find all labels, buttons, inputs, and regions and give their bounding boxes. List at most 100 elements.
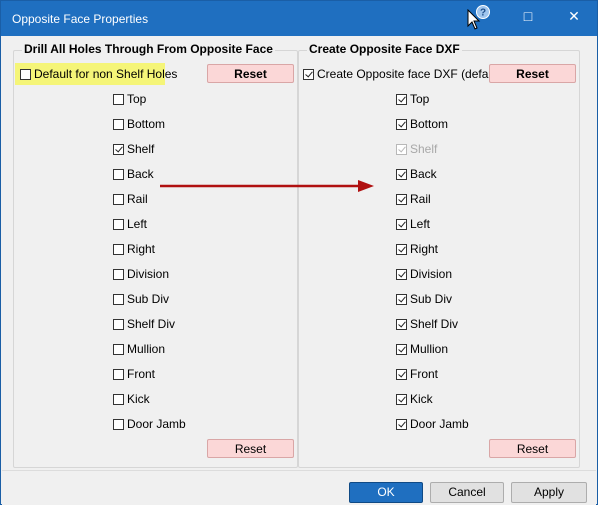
checkbox-label: Kick [410, 392, 433, 406]
checkbox-box[interactable] [396, 318, 407, 330]
opposite-dxf-group-title: Create Opposite Face DXF [307, 42, 462, 56]
checkbox-rail[interactable]: Rail [396, 191, 431, 207]
checkbox-front[interactable]: Front [113, 366, 155, 382]
checkbox-box[interactable] [396, 193, 407, 205]
checkbox-label: Bottom [127, 117, 166, 131]
checkbox-top[interactable]: Top [396, 91, 429, 107]
title-bar: Opposite Face Properties ? □ ✕ [1, 1, 597, 36]
checkbox-sub-div[interactable]: Sub Div [113, 291, 169, 307]
checkbox-label: Back [127, 167, 154, 181]
red-arrow-annotation [160, 180, 374, 192]
checkbox-shelf[interactable]: Shelf [113, 141, 154, 157]
checkbox-label: Sub Div [127, 292, 170, 306]
checkbox-back[interactable]: Back [396, 166, 437, 182]
checkbox-right[interactable]: Right [113, 241, 155, 257]
checkbox-box[interactable] [113, 268, 124, 280]
checkbox-door-jamb[interactable]: Door Jamb [113, 416, 186, 432]
checkbox-back[interactable]: Back [113, 166, 154, 182]
checkbox-box[interactable] [113, 143, 124, 155]
dialog-footer: OK Cancel Apply [2, 470, 596, 505]
left-reset-top-button[interactable]: Reset [207, 64, 294, 83]
checkbox-label: Front [410, 367, 439, 381]
right-reset-bottom-button[interactable]: Reset [489, 439, 576, 458]
checkbox-label: Division [127, 267, 170, 281]
checkbox-label: Rail [410, 192, 431, 206]
checkbox-box[interactable] [303, 68, 314, 80]
checkbox-label: Shelf [127, 142, 155, 156]
checkbox-label: Back [410, 167, 437, 181]
checkbox-box[interactable] [113, 418, 124, 430]
checkbox-left[interactable]: Left [113, 216, 147, 232]
checkbox-mullion[interactable]: Mullion [396, 341, 448, 357]
checkbox-mullion[interactable]: Mullion [113, 341, 165, 357]
checkbox-label: Rail [127, 192, 148, 206]
checkbox-box[interactable] [113, 93, 124, 105]
checkbox-box[interactable] [396, 293, 407, 305]
checkbox-division[interactable]: Division [113, 266, 169, 282]
checkbox-box [396, 143, 407, 155]
checkbox-label: Default for non Shelf Holes [34, 67, 178, 81]
checkbox-box[interactable] [396, 393, 407, 405]
checkbox-box[interactable] [396, 343, 407, 355]
checkbox-top[interactable]: Top [113, 91, 146, 107]
checkbox-label: Door Jamb [127, 417, 186, 431]
checkbox-box[interactable] [396, 243, 407, 255]
checkbox-box[interactable] [113, 318, 124, 330]
checkbox-box[interactable] [396, 118, 407, 130]
checkbox-right[interactable]: Right [396, 241, 438, 257]
apply-button[interactable]: Apply [511, 482, 587, 503]
close-button[interactable]: ✕ [551, 1, 597, 36]
checkbox-bottom[interactable]: Bottom [396, 116, 448, 132]
dialog-content: Drill All Holes Through From Opposite Fa… [2, 37, 596, 468]
checkbox-label: Door Jamb [410, 417, 469, 431]
checkbox-shelf-div[interactable]: Shelf Div [396, 316, 458, 332]
checkbox-division[interactable]: Division [396, 266, 452, 282]
checkbox-label: Division [410, 267, 453, 281]
checkbox-box[interactable] [396, 168, 407, 180]
checkbox-shelf-div[interactable]: Shelf Div [113, 316, 175, 332]
checkbox-box[interactable] [396, 218, 407, 230]
checkbox-box[interactable] [113, 218, 124, 230]
checkbox-label: Create Opposite face DXF (default) [317, 67, 506, 81]
cancel-button[interactable]: Cancel [430, 482, 504, 503]
dialog-window: Opposite Face Properties ? □ ✕ Drill All… [0, 0, 598, 505]
checkbox-box[interactable] [20, 68, 31, 80]
window-title: Opposite Face Properties [12, 12, 149, 26]
opposite-dxf-group: Create Opposite Face DXF Create Opposite… [298, 42, 580, 468]
checkbox-label: Left [127, 217, 148, 231]
checkbox-box[interactable] [113, 118, 124, 130]
checkbox-shelf: Shelf [396, 141, 437, 157]
left-reset-bottom-button[interactable]: Reset [207, 439, 294, 458]
checkbox-box[interactable] [113, 343, 124, 355]
mouse-cursor-icon [467, 9, 481, 30]
checkbox-kick[interactable]: Kick [396, 391, 433, 407]
create-opposite-dxf-checkbox[interactable]: Create Opposite face DXF (default) [303, 66, 505, 82]
checkbox-label: Mullion [127, 342, 166, 356]
checkbox-box[interactable] [113, 168, 124, 180]
right-reset-top-button[interactable]: Reset [489, 64, 576, 83]
checkbox-box[interactable] [396, 368, 407, 380]
checkbox-rail[interactable]: Rail [113, 191, 148, 207]
checkbox-front[interactable]: Front [396, 366, 438, 382]
checkbox-box[interactable] [113, 243, 124, 255]
checkbox-box[interactable] [113, 368, 124, 380]
drill-holes-group: Drill All Holes Through From Opposite Fa… [13, 42, 298, 468]
checkbox-label: Left [410, 217, 431, 231]
checkbox-label: Right [127, 242, 156, 256]
checkbox-box[interactable] [396, 93, 407, 105]
checkbox-bottom[interactable]: Bottom [113, 116, 165, 132]
checkbox-box[interactable] [113, 293, 124, 305]
checkbox-sub-div[interactable]: Sub Div [396, 291, 452, 307]
checkbox-left[interactable]: Left [396, 216, 430, 232]
checkbox-kick[interactable]: Kick [113, 391, 150, 407]
checkbox-box[interactable] [396, 268, 407, 280]
ok-button[interactable]: OK [349, 482, 423, 503]
checkbox-door-jamb[interactable]: Door Jamb [396, 416, 469, 432]
default-non-shelf-checkbox[interactable]: Default for non Shelf Holes [20, 66, 177, 82]
checkbox-box[interactable] [396, 418, 407, 430]
checkbox-box[interactable] [113, 393, 124, 405]
checkbox-box[interactable] [113, 193, 124, 205]
checkbox-label: Top [410, 92, 430, 106]
maximize-button[interactable]: □ [505, 1, 551, 36]
drill-holes-group-title: Drill All Holes Through From Opposite Fa… [22, 42, 275, 56]
